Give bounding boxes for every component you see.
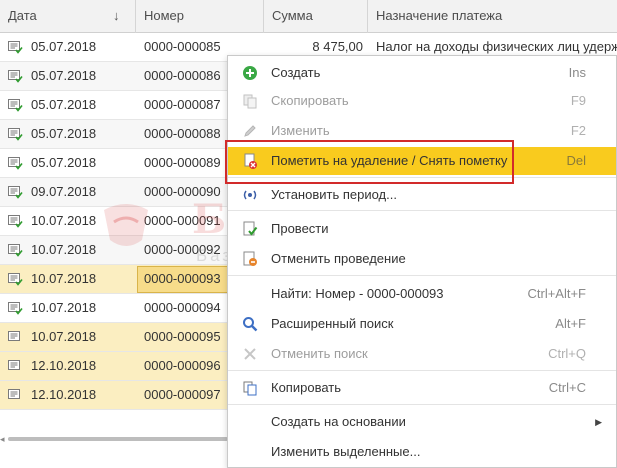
cell-date: 09.07.2018 (31, 184, 97, 199)
menu-item-edit-selected[interactable]: Изменить выделенные... (228, 438, 616, 466)
column-header-purpose[interactable]: Назначение платежа (368, 0, 617, 33)
cell-date: 05.07.2018 (31, 68, 97, 83)
posted-document-icon (8, 99, 23, 112)
posted-document-icon (8, 331, 20, 341)
menu-separator (228, 370, 616, 371)
document-icon (8, 389, 20, 399)
table-header: Дата ↓ Номер Сумма Назначение платежа (0, 0, 617, 33)
menu-item-mark-for-deletion[interactable]: Пометить на удаление / Снять пометку Del (228, 147, 616, 175)
menu-item-copy-clipboard[interactable]: Копировать Ctrl+C (228, 374, 616, 402)
posted-document-icon (8, 41, 23, 54)
context-menu: Создать Ins Скопировать F9 Изменить F2 П… (227, 55, 617, 468)
menu-item-advanced-search[interactable]: Расширенный поиск Alt+F (228, 310, 616, 338)
cell-date: 10.07.2018 (31, 213, 97, 228)
scroll-left-arrow-icon[interactable]: ◂ (0, 433, 8, 445)
posted-document-icon (8, 215, 23, 228)
cancel-search-icon (244, 348, 256, 360)
copy-icon (243, 381, 257, 396)
posted-document-icon (8, 186, 23, 199)
horizontal-scrollbar[interactable] (8, 437, 228, 441)
post-document-icon (243, 221, 258, 236)
column-header-number[interactable]: Номер (136, 0, 264, 33)
menu-separator (228, 404, 616, 405)
menu-separator (228, 177, 616, 178)
copy-document-icon (243, 94, 257, 109)
cell-date: 05.07.2018 (31, 155, 97, 170)
menu-item-create[interactable]: Создать Ins (228, 59, 616, 87)
period-icon (243, 190, 257, 200)
menu-item-create-based-on[interactable]: Создать на основании ▶ (228, 408, 616, 436)
menu-item-edit[interactable]: Изменить F2 (228, 117, 616, 145)
cell-date: 10.07.2018 (31, 271, 97, 286)
unpost-document-icon (243, 251, 257, 266)
menu-separator (228, 210, 616, 211)
cell-date: 10.07.2018 (31, 329, 97, 344)
menu-separator (228, 275, 616, 276)
sort-desc-icon[interactable]: ↓ (113, 0, 120, 32)
menu-item-copy-document[interactable]: Скопировать F9 (228, 87, 616, 115)
menu-item-find[interactable]: Найти: Номер - 0000-000093 Ctrl+Alt+F (228, 280, 616, 308)
posted-document-icon (8, 128, 23, 141)
pencil-icon (244, 125, 256, 137)
menu-item-set-period[interactable]: Установить период... (228, 181, 616, 209)
column-header-sum[interactable]: Сумма (264, 0, 368, 33)
plus-circle-icon (243, 66, 257, 80)
cell-date: 05.07.2018 (31, 39, 97, 54)
posted-document-icon (8, 302, 23, 315)
posted-document-icon (8, 70, 23, 83)
search-icon (243, 317, 258, 332)
cell-date: 12.10.2018 (31, 358, 97, 373)
cell-date: 05.07.2018 (31, 126, 97, 141)
menu-item-post[interactable]: Провести (228, 215, 616, 243)
cell-date: 10.07.2018 (31, 242, 97, 257)
posted-document-icon (8, 244, 23, 257)
cell-date: 12.10.2018 (31, 387, 97, 402)
menu-item-cancel-search[interactable]: Отменить поиск Ctrl+Q (228, 340, 616, 368)
cell-date: 10.07.2018 (31, 300, 97, 315)
posted-document-icon (8, 157, 23, 170)
cell-date: 05.07.2018 (31, 97, 97, 112)
submenu-arrow-icon: ▶ (595, 417, 602, 427)
posted-document-icon (8, 273, 23, 286)
mark-delete-icon (244, 153, 257, 169)
menu-item-unpost[interactable]: Отменить проведение (228, 245, 616, 273)
document-icon (8, 360, 20, 370)
